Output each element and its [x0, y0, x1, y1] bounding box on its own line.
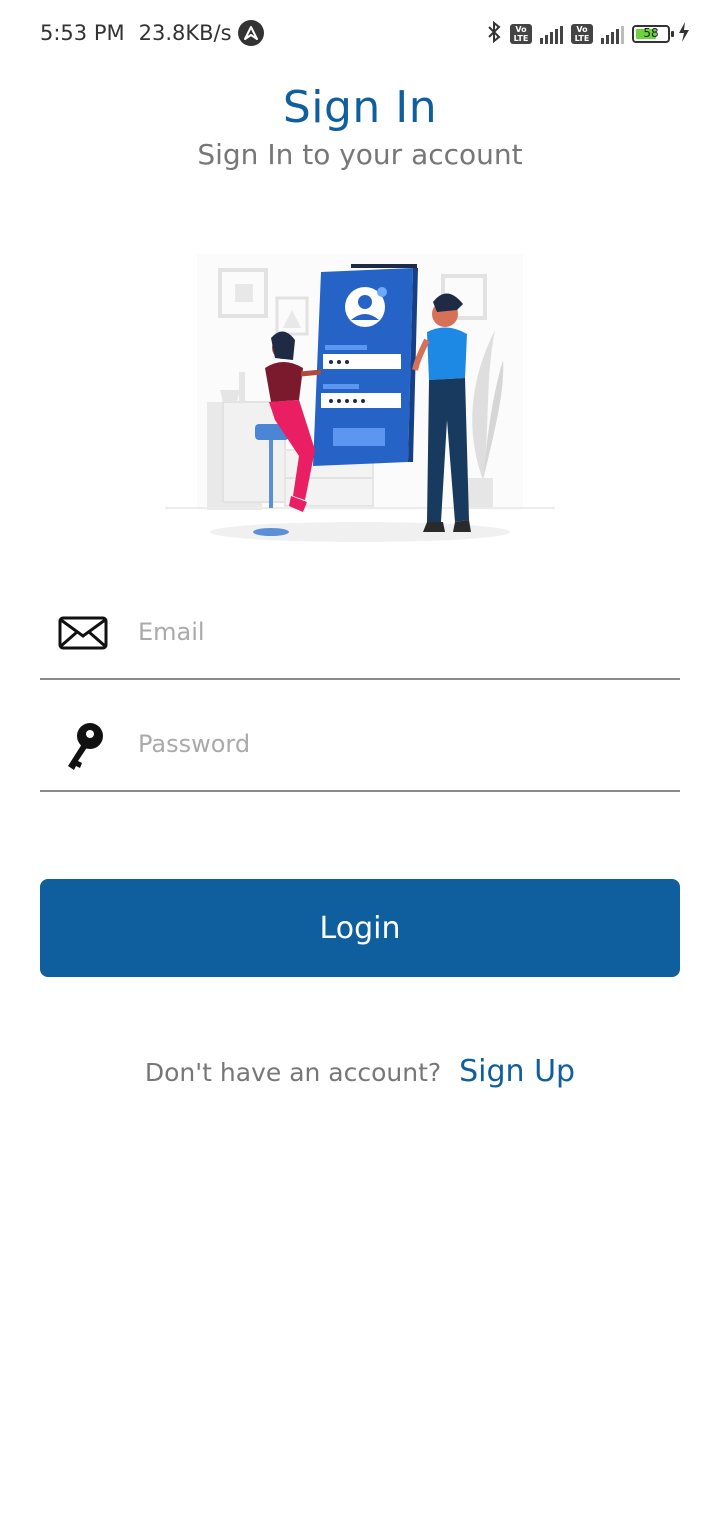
login-button[interactable]: Login [40, 879, 680, 977]
battery-level: 58 [643, 26, 659, 40]
status-right: Vo LTE Vo LTE 58 [486, 20, 690, 48]
email-input[interactable] [136, 588, 660, 676]
charging-icon [678, 22, 690, 46]
status-left: 5:53 PM 23.8KB/s [40, 20, 264, 46]
volte-icon-2: Vo LTE [571, 24, 593, 44]
email-field-row [40, 588, 680, 680]
signal-4g-icon [540, 24, 563, 44]
login-illustration [165, 254, 555, 542]
page-title: Sign In [282, 82, 438, 133]
key-icon [62, 722, 106, 776]
navigation-arrow-icon [237, 20, 264, 46]
signup-prompt-text: Don't have an account? [144, 1058, 442, 1087]
signal-icon [601, 24, 624, 44]
mail-icon [58, 616, 108, 654]
network-speed: 23.8KB/s [138, 21, 232, 45]
signup-link[interactable]: Sign Up [459, 1054, 575, 1089]
volte-icon: Vo LTE [510, 24, 532, 44]
password-input[interactable] [136, 700, 660, 788]
login-screen: 5:53 PM 23.8KB/s Vo LTE Vo LTE 58 Sign I… [0, 0, 720, 1520]
bluetooth-icon [486, 20, 502, 48]
page-subtitle: Sign In to your account [197, 138, 523, 171]
battery-icon: 58 [632, 25, 674, 43]
password-field-row [40, 700, 680, 792]
status-time: 5:53 PM [40, 21, 125, 45]
signup-prompt-row: Don't have an account? Sign Up [0, 1054, 720, 1089]
status-bar: 5:53 PM 23.8KB/s Vo LTE Vo LTE 58 [0, 0, 720, 70]
